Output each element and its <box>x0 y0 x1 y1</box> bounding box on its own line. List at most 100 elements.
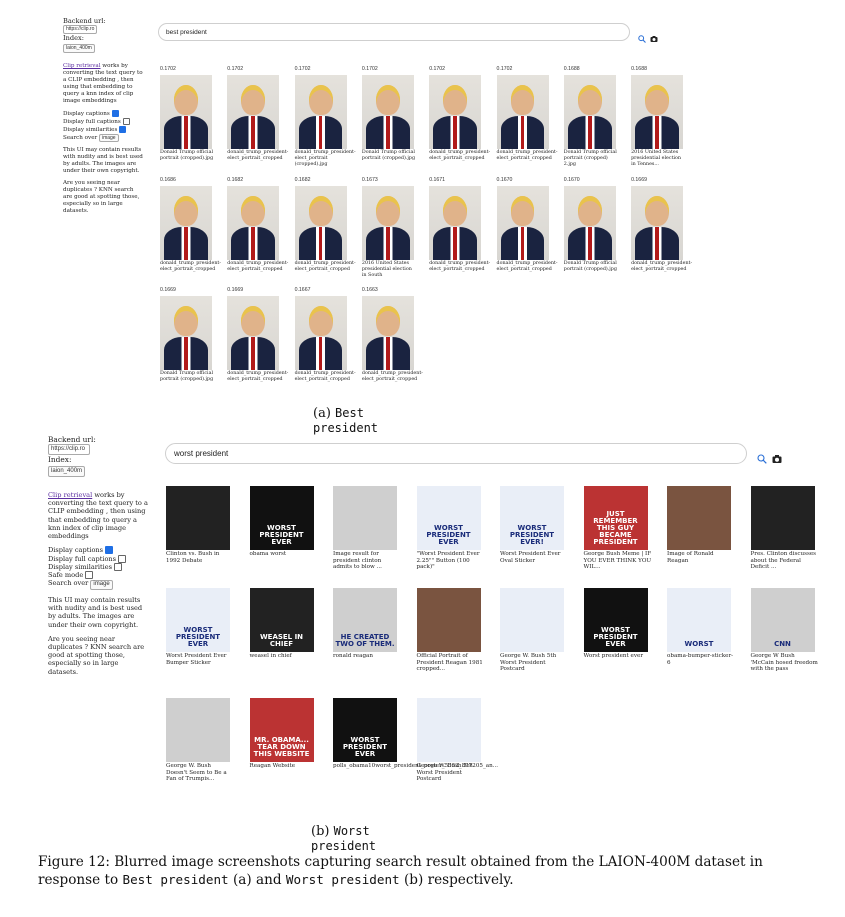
result-image[interactable] <box>667 486 731 550</box>
result-image[interactable]: WORST <box>667 588 731 652</box>
result-image[interactable]: MR. OBAMA... TEAR DOWN THIS WEBSITE <box>249 698 314 762</box>
result-image[interactable]: WORST PRESIDENT EVER <box>333 698 397 762</box>
result-image[interactable]: WORST PRESIDENT EVER <box>166 588 230 652</box>
result-card[interactable]: 0.1671 donald_trump_president-elect_portr… <box>429 174 490 273</box>
result-image[interactable] <box>361 75 414 149</box>
result-image[interactable] <box>227 186 280 260</box>
result-card[interactable]: WORST PRESIDENT EVER Worst President Ever… <box>166 588 230 666</box>
backend-url-input[interactable]: https://clip.ro <box>48 444 90 456</box>
search-icon[interactable] <box>638 28 646 43</box>
result-card[interactable]: 0.1702 donald_trump_president-elect_portr… <box>294 63 356 167</box>
result-card[interactable]: 0.1682 donald_trump_president-elect_portr… <box>294 174 356 273</box>
result-card[interactable]: 0.1688 Donald Trump official portrait (cr… <box>563 63 617 167</box>
result-image[interactable] <box>333 486 397 550</box>
result-card[interactable]: 0.1686 donald_trump_president-elect_portr… <box>160 174 221 273</box>
result-card[interactable]: 0.1702 Donald Trump official portrait (cr… <box>361 63 415 162</box>
search-input-b[interactable]: worst president <box>165 443 747 464</box>
result-card[interactable]: 0.1702 Donald Trump official portrait (cr… <box>160 63 213 162</box>
display-similarities-checkbox[interactable] <box>119 125 127 133</box>
result-card[interactable]: 0.1670 donald_trump_president-elect_portr… <box>496 174 558 273</box>
result-card[interactable]: Pres. Clinton discusses about the Federa… <box>750 486 816 571</box>
clip-retrieval-link[interactable]: Clip retrieval <box>48 491 92 499</box>
result-card[interactable]: WORST PRESIDENT EVER polls_obama10worst_p… <box>333 698 498 770</box>
safe-mode-checkbox[interactable] <box>85 571 94 580</box>
result-card[interactable]: 0.1669 donald_trump_president-elect_portr… <box>227 284 288 383</box>
display-full-captions-checkbox[interactable] <box>122 117 130 125</box>
result-image[interactable]: WORST PRESIDENT EVER <box>249 486 314 550</box>
result-image[interactable] <box>160 186 212 260</box>
index-select[interactable]: laion_400m <box>63 43 95 53</box>
result-image[interactable]: WORST PRESIDENT EVER <box>583 588 648 652</box>
result-card[interactable]: George W. Bush 5th Worst President Postc… <box>500 588 564 673</box>
result-image[interactable] <box>361 186 414 260</box>
result-image[interactable] <box>160 296 212 370</box>
result-card[interactable]: 0.1663 donald_trump_president-elect_portr… <box>361 284 423 383</box>
search-over-select[interactable]: image <box>98 133 119 143</box>
result-card[interactable]: MR. OBAMA... TEAR DOWN THIS WEBSITE Reaga… <box>249 698 314 770</box>
result-image[interactable]: WEASEL IN CHIEF <box>249 588 314 652</box>
result-image[interactable]: HE CREATED TWO OF THEM. <box>333 588 397 652</box>
result-image[interactable] <box>361 296 414 370</box>
result-card[interactable]: Clinton vs. Bush in 1992 Debate <box>166 486 230 564</box>
clip-retrieval-link[interactable]: Clip retrieval <box>63 63 101 69</box>
search-input-a[interactable]: best president <box>158 23 630 41</box>
camera-icon[interactable] <box>650 28 658 42</box>
result-image[interactable]: WORST PRESIDENT EVER! <box>500 486 564 550</box>
result-card[interactable]: George W. Bush 5th Worst President Postc… <box>416 698 481 783</box>
result-card[interactable]: CNN George W Bush 'McCain hosed freedom w… <box>750 588 818 673</box>
result-image[interactable] <box>416 698 481 762</box>
camera-icon[interactable] <box>772 449 782 463</box>
result-card[interactable]: 0.1702 donald_trump_president-elect_portr… <box>496 63 558 162</box>
result-card[interactable]: 0.1669 donald_trump_president-elect_portr… <box>631 174 692 273</box>
result-card[interactable]: JUST REMEMBER THIS GUY BECAME PRESIDENT G… <box>583 486 651 571</box>
result-card[interactable]: Official Portrait of President Reagan 19… <box>416 588 483 673</box>
result-card[interactable]: WORST PRESIDENT EVER! Worst President Eve… <box>500 486 564 564</box>
result-card[interactable]: 0.1688 2016 United States presidential el… <box>631 63 684 167</box>
result-card[interactable]: WORST PRESIDENT EVER "Worst President Eve… <box>416 486 481 571</box>
result-card[interactable]: 0.1670 Donald Trump official portrait (cr… <box>563 174 617 273</box>
result-image[interactable] <box>166 486 230 550</box>
result-image[interactable] <box>227 296 280 370</box>
result-card[interactable]: George W. Bush Doesn't Seem to Be a Fan … <box>166 698 230 783</box>
result-card[interactable]: Image result for president clinton admit… <box>333 486 397 571</box>
result-image[interactable] <box>429 186 482 260</box>
result-card[interactable]: Image of Ronald Reagan <box>667 486 731 564</box>
result-card[interactable]: 0.1702 donald_trump_president-elect_portr… <box>227 63 288 162</box>
backend-url-input[interactable]: https://clip.ro <box>63 25 97 35</box>
result-image[interactable]: JUST REMEMBER THIS GUY BECAME PRESIDENT <box>583 486 648 550</box>
result-image[interactable] <box>416 588 481 652</box>
result-image[interactable] <box>294 75 347 149</box>
result-image[interactable] <box>631 75 684 149</box>
result-image[interactable] <box>563 75 616 149</box>
result-card[interactable]: 0.1673 2016 United States presidential el… <box>361 174 414 278</box>
result-card[interactable]: 0.1667 donald_trump_president-elect_portr… <box>294 284 356 383</box>
result-image[interactable]: WORST PRESIDENT EVER <box>416 486 481 550</box>
display-full-captions-checkbox[interactable] <box>118 554 127 563</box>
display-captions-checkbox[interactable] <box>111 109 119 117</box>
result-image[interactable]: CNN <box>750 588 815 652</box>
result-image[interactable] <box>496 75 549 149</box>
result-image[interactable] <box>227 75 280 149</box>
result-image[interactable] <box>500 588 564 652</box>
result-image[interactable] <box>563 186 616 260</box>
result-card[interactable]: WORST PRESIDENT EVER obama worst <box>249 486 314 558</box>
result-card[interactable]: WORST obama-bumper-sticker-6 <box>667 588 733 666</box>
display-captions-checkbox[interactable] <box>105 546 114 555</box>
result-card[interactable]: HE CREATED TWO OF THEM. ronald reagan <box>333 588 397 660</box>
result-card[interactable]: WORST PRESIDENT EVER Worst president ever <box>583 588 648 660</box>
result-image[interactable] <box>496 186 549 260</box>
result-card[interactable]: 0.1702 donald_trump_president-elect_portr… <box>429 63 490 162</box>
result-image[interactable] <box>294 186 347 260</box>
result-image[interactable] <box>750 486 815 550</box>
result-card[interactable]: WEASEL IN CHIEF weasel in chief <box>249 588 314 660</box>
display-similarities-checkbox[interactable] <box>114 562 123 571</box>
search-icon[interactable] <box>757 449 767 464</box>
result-image[interactable] <box>294 296 347 370</box>
result-image[interactable] <box>429 75 482 149</box>
result-image[interactable] <box>160 75 212 149</box>
search-over-select[interactable]: image <box>90 580 113 590</box>
result-card[interactable]: 0.1669 Donald Trump official portrait (cr… <box>160 284 213 383</box>
index-select[interactable]: laion_400m <box>48 465 86 477</box>
result-card[interactable]: 0.1682 donald_trump_president-elect_portr… <box>227 174 288 273</box>
result-image[interactable] <box>166 698 230 762</box>
